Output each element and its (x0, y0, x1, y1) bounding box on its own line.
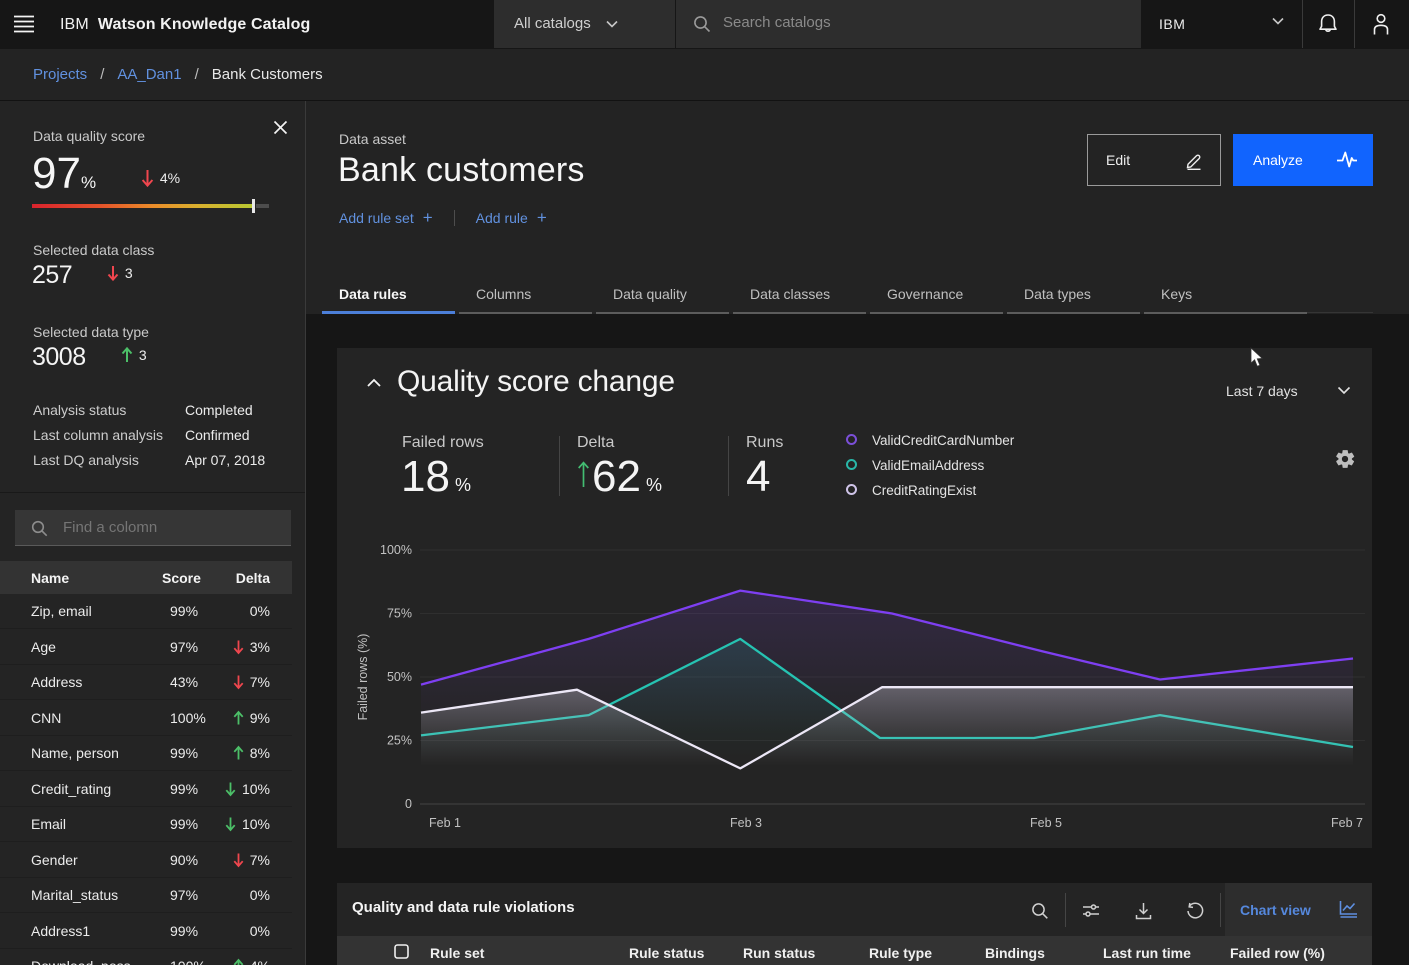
svg-text:50%: 50% (387, 670, 412, 684)
svg-text:0: 0 (405, 797, 412, 811)
svg-text:Feb 5: Feb 5 (1030, 816, 1062, 830)
svg-text:Feb 1: Feb 1 (429, 816, 461, 830)
svg-text:Feb 3: Feb 3 (730, 816, 762, 830)
svg-text:Failed rows (%): Failed rows (%) (356, 634, 370, 721)
svg-text:25%: 25% (387, 734, 412, 748)
svg-text:75%: 75% (387, 607, 412, 621)
svg-text:Feb 7: Feb 7 (1331, 816, 1363, 830)
svg-text:100%: 100% (380, 543, 412, 557)
